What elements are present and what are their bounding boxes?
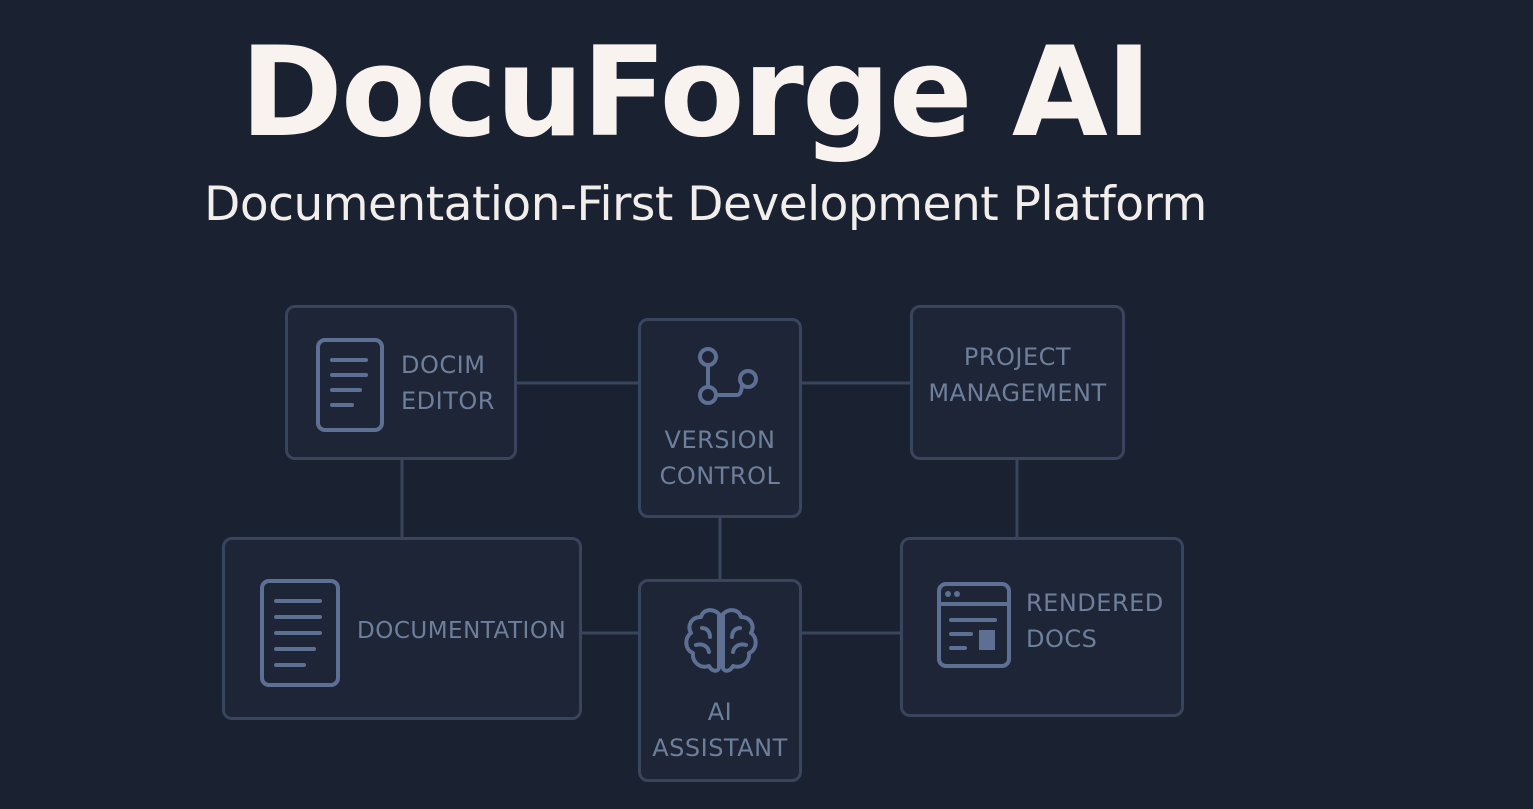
node-label: RENDERED DOCS bbox=[1026, 589, 1164, 653]
node-docim-editor[interactable]: DOCIM EDITOR bbox=[285, 305, 517, 460]
node-version-control[interactable]: VERSION CONTROL bbox=[638, 318, 802, 518]
node-documentation[interactable]: DOCUMENTATION bbox=[222, 537, 582, 720]
document-icon bbox=[260, 579, 340, 687]
architecture-diagram: DOCIM EDITOR VERSION CONTROL PROJECT MAN… bbox=[0, 0, 1533, 809]
browser-window-icon bbox=[937, 582, 1011, 668]
node-label: VERSION CONTROL bbox=[659, 426, 781, 490]
node-ai-assistant[interactable]: AI ASSISTANT bbox=[638, 579, 802, 782]
node-label: PROJECT MANAGEMENT bbox=[928, 343, 1107, 407]
brain-icon bbox=[684, 608, 758, 673]
node-label: DOCUMENTATION bbox=[357, 618, 567, 644]
node-rendered-docs[interactable]: RENDERED DOCS bbox=[900, 537, 1184, 717]
node-label: DOCIM EDITOR bbox=[401, 351, 495, 415]
document-icon bbox=[316, 338, 384, 432]
node-project-management[interactable]: PROJECT MANAGEMENT bbox=[910, 305, 1125, 460]
node-label: AI ASSISTANT bbox=[652, 698, 788, 762]
git-branch-icon bbox=[698, 347, 758, 405]
